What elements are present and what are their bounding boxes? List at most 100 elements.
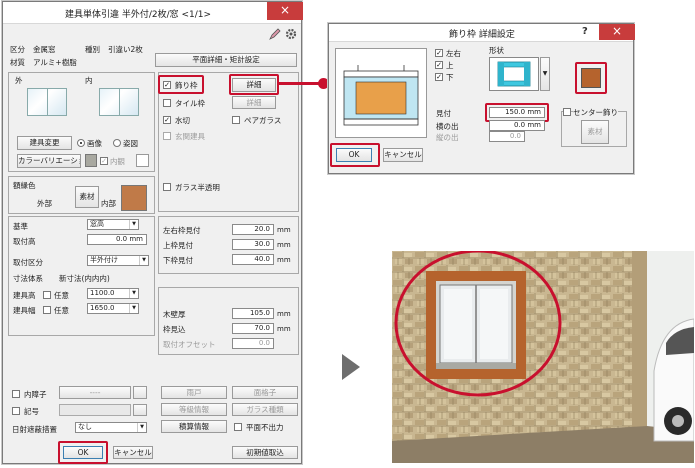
grade-info-button[interactable]: 等級情報	[161, 403, 227, 416]
top-frame-input[interactable]: 30.0	[232, 239, 274, 250]
bottom-checkbox[interactable]: ✓	[435, 73, 443, 81]
bottom-frame-label: 下枠見付	[163, 256, 193, 265]
bottom-label: 下	[446, 73, 454, 82]
ok-button[interactable]: OK	[63, 446, 103, 459]
side-out-input[interactable]: 0.0 mm	[489, 120, 545, 131]
wood-swatch[interactable]	[121, 185, 147, 211]
outside-label: 外	[15, 76, 23, 85]
chevron-down-icon: ▼	[139, 256, 148, 265]
width-optional-label: 任意	[54, 306, 69, 315]
pen-icon[interactable]	[269, 28, 281, 40]
inside-view-checkbox[interactable]: ✓	[100, 157, 108, 165]
shape-dropdown-button[interactable]: ▼	[540, 57, 550, 91]
estimate-info-button[interactable]: 積算情報	[161, 420, 227, 433]
kind-label: 種別	[85, 45, 100, 54]
chevron-down-icon: ▼	[137, 423, 146, 432]
mount-height-input[interactable]: 0.0 mm	[87, 234, 147, 245]
chevron-down-icon: ▼	[129, 220, 138, 229]
lr-frame-input[interactable]: 20.0	[232, 224, 274, 235]
fitting-width-label: 建具幅	[13, 306, 36, 315]
plan-detail-button[interactable]: 平面詳細・矩計設定	[155, 53, 297, 67]
chevron-down-icon: ▼	[129, 304, 138, 313]
water-cut-checkbox[interactable]: ✓	[163, 116, 171, 124]
fitting-height-select[interactable]: 1100.0 ▼	[87, 288, 139, 299]
inner-shoji-checkbox[interactable]	[12, 390, 20, 398]
base-label: 基準	[13, 222, 28, 231]
material-button[interactable]: 素材	[75, 186, 99, 208]
inner-shoji-label: 内障子	[24, 390, 47, 399]
center-decor-label: センター飾り	[573, 107, 618, 118]
sun-shading-label: 日射遮蔽措置	[12, 425, 57, 434]
color-swatch-white	[136, 154, 149, 167]
center-decor-checkbox[interactable]	[563, 108, 571, 116]
sun-shading-select[interactable]: なし ▼	[75, 422, 147, 433]
pair-glass-checkbox[interactable]	[232, 116, 240, 124]
top-checkbox[interactable]: ✓	[435, 61, 443, 69]
center-material-button[interactable]: 素材	[581, 120, 609, 144]
frame-depth-label: 枠見込	[163, 325, 186, 334]
no-plan-output-checkbox[interactable]	[234, 423, 242, 431]
shutter-button[interactable]: 雨戸	[161, 386, 227, 399]
decor-color-swatch[interactable]	[581, 68, 601, 88]
detail-title: 飾り枠 詳細設定	[449, 30, 515, 40]
title-bar: 建具単体引違 半外付/2枚/窓 <1/1> ×	[3, 2, 303, 24]
symbol-checkbox[interactable]	[12, 407, 20, 415]
glass-type-button[interactable]: ガラス種類	[232, 403, 298, 416]
material-value: アルミ+樹脂	[33, 58, 77, 67]
inside-view-label: 内観	[110, 157, 125, 166]
decor-frame-checkbox[interactable]: ✓	[163, 81, 171, 89]
lr-frame-unit: mm	[277, 226, 291, 234]
decor-frame-detail-dialog: 飾り枠 詳細設定 ? × ✓ 左右 ✓ 上 ✓ 下 形状 ▼ 見付 150.0 …	[328, 23, 635, 174]
initial-value-button[interactable]: 初期値取込	[232, 446, 298, 459]
bottom-frame-input[interactable]: 40.0	[232, 254, 274, 265]
fitting-width-select[interactable]: 1650.0 ▼	[87, 303, 139, 314]
dimension-system-label: 寸法体系	[13, 274, 43, 283]
grid-button[interactable]: 面格子	[232, 386, 298, 399]
detail-ok-button[interactable]: OK	[336, 148, 372, 162]
symbol-extra-button[interactable]	[133, 404, 147, 416]
width-optional-checkbox[interactable]	[43, 306, 51, 314]
category-value: 金属窓	[33, 45, 56, 54]
close-button[interactable]: ×	[267, 2, 303, 20]
change-fitting-button[interactable]: 建具変更	[17, 136, 72, 150]
inside-label: 内	[85, 76, 93, 85]
mount-type-select[interactable]: 半外付け ▼	[87, 255, 149, 266]
gear-icon[interactable]	[285, 28, 297, 40]
tile-frame-label: タイル枠	[175, 99, 205, 108]
shape-radio[interactable]	[113, 139, 121, 147]
kind-value: 引違い2枚	[108, 45, 143, 54]
semi-transparent-checkbox[interactable]	[163, 183, 171, 191]
decor-frame-label: 飾り枠	[175, 81, 198, 90]
bottom-out-label: 縦の出	[436, 133, 459, 142]
semi-transparent-label: ガラス半透明	[175, 183, 220, 192]
inner-shoji-select[interactable]: ----	[59, 386, 131, 399]
lr-checkbox[interactable]: ✓	[435, 49, 443, 57]
detail-close-button[interactable]: ×	[599, 24, 635, 40]
mount-type-label: 取付区分	[13, 258, 43, 267]
height-optional-checkbox[interactable]	[43, 291, 51, 299]
shape-preview[interactable]	[489, 57, 539, 91]
image-radio[interactable]	[77, 139, 85, 147]
tile-frame-checkbox[interactable]	[163, 99, 171, 107]
wall-thickness-input[interactable]: 105.0	[232, 308, 274, 319]
decor-preview	[335, 48, 427, 138]
symbol-field[interactable]	[59, 404, 131, 416]
inside-side-label: 内部	[101, 199, 116, 208]
bottom-out-input[interactable]: 0.0	[489, 131, 525, 142]
frame-depth-input[interactable]: 70.0	[232, 323, 274, 334]
lr-label: 左右	[446, 49, 461, 58]
mitsuke-input[interactable]: 150.0 mm	[489, 107, 545, 118]
inner-shoji-extra-button[interactable]	[133, 386, 147, 399]
help-button[interactable]: ?	[582, 26, 588, 37]
detail-cancel-button[interactable]: キャンセル	[383, 148, 423, 162]
color-variation-button[interactable]: カラーバリエーション	[17, 154, 81, 168]
offset-input[interactable]: 0.0	[232, 338, 274, 349]
material-label: 材質	[10, 58, 25, 67]
entrance-checkbox[interactable]	[163, 132, 171, 140]
mitsuke-label: 見付	[436, 109, 451, 118]
decor-detail-button[interactable]: 詳細	[232, 78, 276, 92]
base-select[interactable]: 窓高 ▼	[87, 219, 139, 230]
window-preview-inside	[99, 88, 139, 116]
tile-detail-button[interactable]: 詳細	[232, 96, 276, 109]
cancel-button[interactable]: キャンセル	[113, 446, 153, 459]
